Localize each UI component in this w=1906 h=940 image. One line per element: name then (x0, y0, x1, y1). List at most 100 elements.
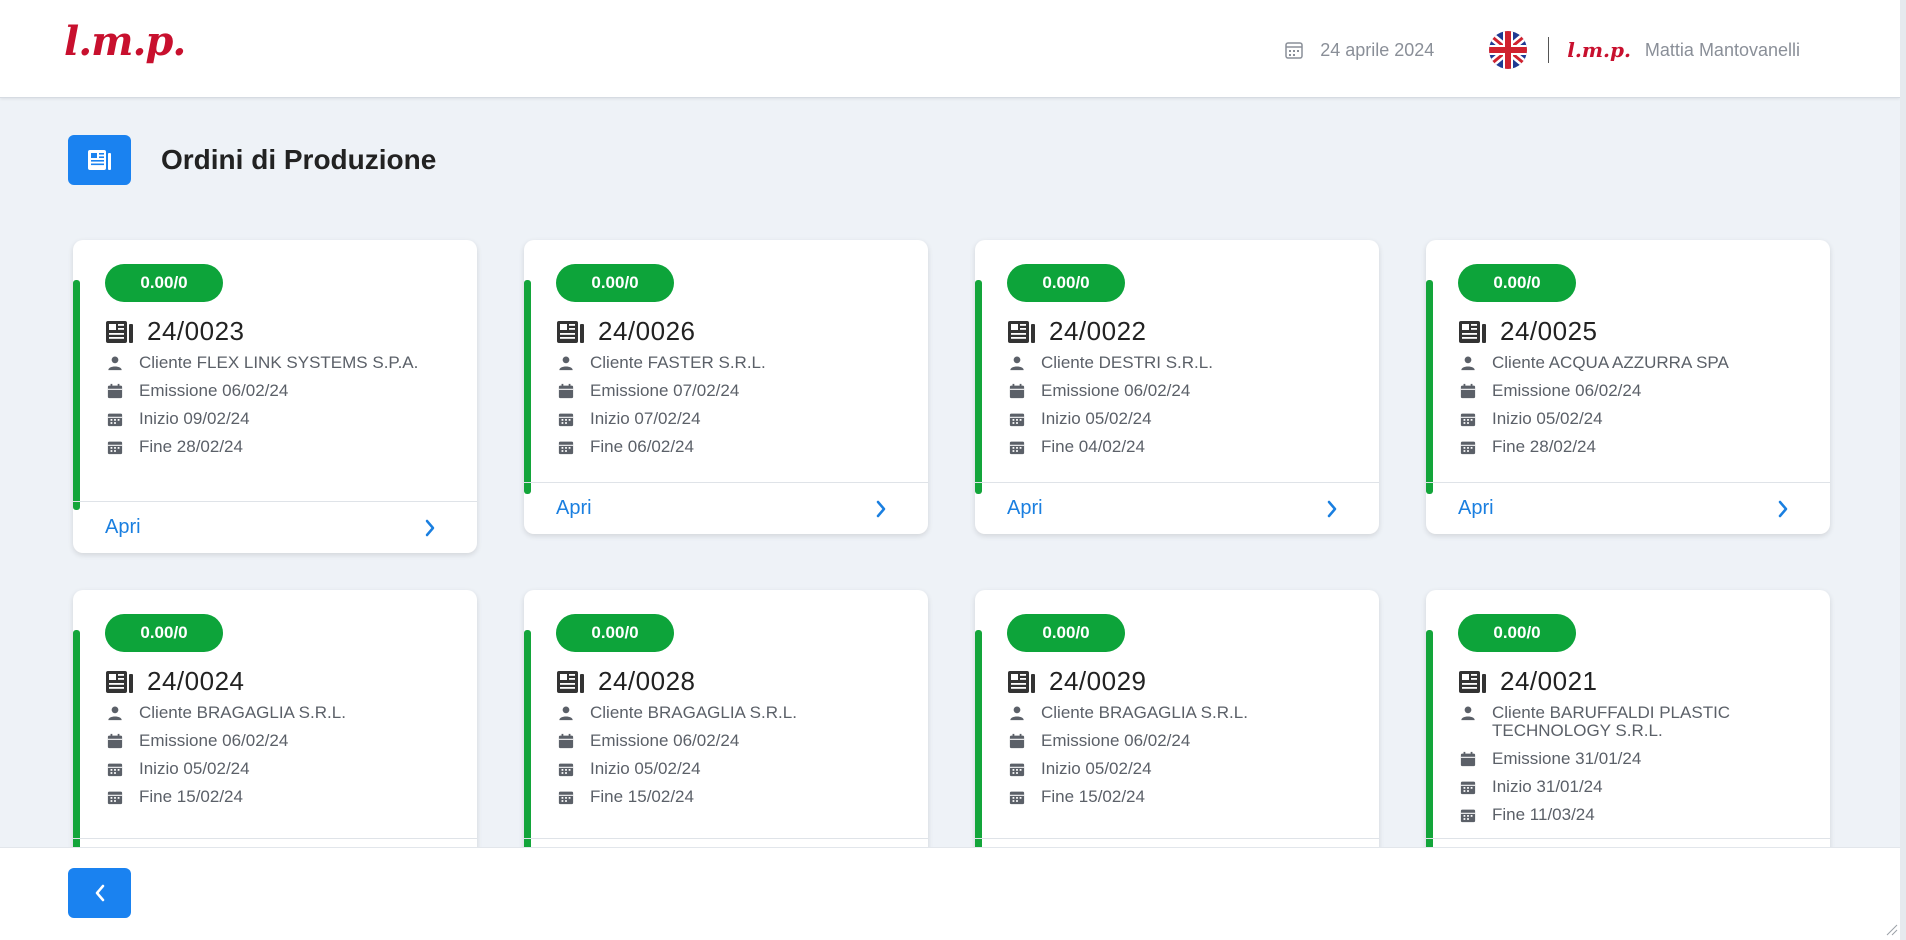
header-right: 24 aprile 2024 l.m.p. Mattia Mantovanell… (1284, 30, 1800, 70)
order-header: 24/0021 (1458, 666, 1597, 697)
progress-badge: 0.00/0 (105, 264, 223, 302)
open-order-link[interactable]: Apri (1007, 497, 1043, 520)
uk-flag-icon[interactable] (1484, 30, 1532, 70)
chevron-left-icon (95, 884, 104, 902)
card-footer: Apri (975, 482, 1379, 534)
order-number: 24/0025 (1500, 316, 1598, 346)
end-row: Fine 15/02/24 (1007, 788, 1357, 806)
calendar-grid-icon (105, 438, 125, 456)
open-order-link[interactable]: Apri (556, 497, 592, 520)
order-header: 24/0023 (105, 316, 244, 347)
order-card[interactable]: 0.00/0 24/0021 Cliente BARUFFALDI PLASTI… (1426, 590, 1830, 867)
order-card[interactable]: 0.00/0 24/0028 Cliente BRAGAGLIA S.R.L. … (524, 590, 928, 867)
order-card[interactable]: 0.00/0 24/0029 Cliente BRAGAGLIA S.R.L. … (975, 590, 1379, 867)
page-title: Ordini di Produzione (161, 144, 437, 175)
open-order-link[interactable]: Apri (105, 516, 141, 539)
progress-badge: 0.00/0 (1007, 614, 1125, 652)
order-header: 24/0022 (1007, 316, 1146, 347)
calendar-grid-icon (105, 788, 125, 806)
end-row: Fine 28/02/24 (1458, 438, 1808, 456)
start-row: Inizio 31/01/24 (1458, 778, 1808, 796)
person-icon (1458, 354, 1478, 372)
end-text: Fine 28/02/24 (1492, 437, 1596, 456)
progress-badge: 0.00/0 (1007, 264, 1125, 302)
status-bar (73, 630, 80, 867)
order-details: Cliente BRAGAGLIA S.R.L. Emissione 06/02… (556, 704, 906, 816)
client-row: Cliente BRAGAGLIA S.R.L. (105, 704, 455, 722)
chevron-right-icon[interactable] (423, 518, 437, 538)
start-row: Inizio 05/02/24 (556, 760, 906, 778)
person-icon (1007, 354, 1027, 372)
calendar-grid-icon (1007, 788, 1027, 806)
end-text: Fine 15/02/24 (139, 787, 243, 806)
client-row: Cliente FLEX LINK SYSTEMS S.P.A. (105, 354, 455, 372)
calendar-icon (1458, 382, 1478, 400)
emission-row: Emissione 07/02/24 (556, 382, 906, 400)
calendar-grid-icon (1458, 806, 1478, 824)
client-row: Cliente FASTER S.R.L. (556, 354, 906, 372)
order-card[interactable]: 0.00/0 24/0024 Cliente BRAGAGLIA S.R.L. … (73, 590, 477, 867)
calendar-grid-icon (556, 788, 576, 806)
start-text: Inizio 05/02/24 (1492, 409, 1603, 428)
order-details: Cliente FASTER S.R.L. Emissione 07/02/24… (556, 354, 906, 466)
order-document-icon (1458, 320, 1488, 344)
company-logo[interactable]: l.m.p. (64, 18, 186, 65)
client-row: Cliente BRAGAGLIA S.R.L. (556, 704, 906, 722)
chevron-right-icon[interactable] (1325, 499, 1339, 519)
order-header: 24/0028 (556, 666, 695, 697)
order-card[interactable]: 0.00/0 24/0025 Cliente ACQUA AZZURRA SPA… (1426, 240, 1830, 534)
emission-text: Emissione 06/02/24 (1492, 381, 1642, 400)
order-number: 24/0022 (1049, 316, 1147, 346)
emission-row: Emissione 06/02/24 (105, 732, 455, 750)
status-bar (1426, 630, 1433, 867)
open-order-link[interactable]: Apri (1458, 497, 1494, 520)
calendar-icon (1285, 42, 1303, 59)
end-text: Fine 28/02/24 (139, 437, 243, 456)
order-document-icon (556, 320, 586, 344)
order-card[interactable]: 0.00/0 24/0026 Cliente FASTER S.R.L. Emi… (524, 240, 928, 534)
start-text: Inizio 31/01/24 (1492, 777, 1603, 796)
date-display: 24 aprile 2024 (1284, 40, 1434, 61)
calendar-icon (1007, 382, 1027, 400)
chevron-right-icon[interactable] (874, 499, 888, 519)
end-row: Fine 15/02/24 (556, 788, 906, 806)
client-text: Cliente BRAGAGLIA S.R.L. (139, 703, 346, 722)
status-bar (975, 630, 982, 867)
end-row: Fine 06/02/24 (556, 438, 906, 456)
client-text: Cliente ACQUA AZZURRA SPA (1492, 353, 1729, 372)
calendar-grid-icon (105, 410, 125, 428)
person-icon (556, 704, 576, 722)
end-text: Fine 15/02/24 (1041, 787, 1145, 806)
back-button[interactable] (68, 868, 131, 918)
user-name[interactable]: Mattia Mantovanelli (1645, 40, 1800, 61)
start-row: Inizio 07/02/24 (556, 410, 906, 428)
emission-row: Emissione 06/02/24 (556, 732, 906, 750)
client-row: Cliente DESTRI S.R.L. (1007, 354, 1357, 372)
order-card[interactable]: 0.00/0 24/0022 Cliente DESTRI S.R.L. Emi… (975, 240, 1379, 534)
order-card[interactable]: 0.00/0 24/0023 Cliente FLEX LINK SYSTEMS… (73, 240, 477, 553)
emission-text: Emissione 06/02/24 (590, 731, 740, 750)
order-document-icon (1007, 320, 1037, 344)
emission-row: Emissione 31/01/24 (1458, 750, 1808, 768)
chevron-right-icon[interactable] (1776, 499, 1790, 519)
end-text: Fine 11/03/24 (1492, 805, 1595, 824)
client-row: Cliente ACQUA AZZURRA SPA (1458, 354, 1808, 372)
start-row: Inizio 09/02/24 (105, 410, 455, 428)
end-row: Fine 04/02/24 (1007, 438, 1357, 456)
status-bar (73, 280, 80, 510)
calendar-icon (105, 382, 125, 400)
emission-row: Emissione 06/02/24 (1007, 382, 1357, 400)
start-text: Inizio 09/02/24 (139, 409, 250, 428)
emission-row: Emissione 06/02/24 (1007, 732, 1357, 750)
end-row: Fine 15/02/24 (105, 788, 455, 806)
start-text: Inizio 05/02/24 (139, 759, 250, 778)
calendar-icon (105, 732, 125, 750)
resize-grip-icon[interactable] (1882, 920, 1898, 936)
calendar-icon (1007, 732, 1027, 750)
progress-badge: 0.00/0 (556, 264, 674, 302)
calendar-grid-icon (556, 438, 576, 456)
progress-badge: 0.00/0 (105, 614, 223, 652)
calendar-icon (1458, 750, 1478, 768)
client-text: Cliente BRAGAGLIA S.R.L. (590, 703, 797, 722)
end-row: Fine 11/03/24 (1458, 806, 1808, 824)
